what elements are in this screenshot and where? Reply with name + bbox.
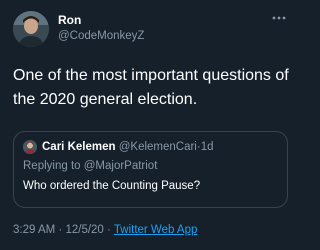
more-icon <box>272 16 286 20</box>
tweet-time[interactable]: 3:29 AM <box>13 224 55 236</box>
tweet-meta: 3:29 AM · 12/5/20 · Twitter Web App <box>13 223 197 237</box>
quoted-name[interactable]: Cari Kelemen <box>42 141 116 153</box>
quoted-text: Who ordered the Counting Pause? <box>23 180 201 192</box>
quoted-time[interactable]: 1d <box>201 141 214 153</box>
author-name[interactable]: Ron <box>58 13 81 27</box>
tweet-date[interactable]: 12/5/20 <box>65 224 103 236</box>
quoted-tweet[interactable]: Cari Kelemen @KelemenCari·1d Replying to… <box>13 131 288 208</box>
author-handle[interactable]: @CodeMonkeyZ <box>58 29 144 43</box>
quoted-header: Cari Kelemen @KelemenCari·1d <box>42 140 214 154</box>
tweet-card: Ron @CodeMonkeyZ One of the most importa… <box>0 0 300 250</box>
replying-to-handle[interactable]: @MajorPatriot <box>84 160 158 172</box>
quoted-handle[interactable]: @KelemenCari <box>119 141 197 153</box>
meta-separator-2: · <box>107 224 111 236</box>
source-app-link[interactable]: Twitter Web App <box>114 224 198 236</box>
tweet-text: One of the most important questions of t… <box>13 67 289 108</box>
meta-separator-1: · <box>58 224 63 236</box>
more-options-button[interactable] <box>270 11 288 23</box>
avatar-image <box>13 11 49 47</box>
author-avatar[interactable] <box>13 11 49 47</box>
replying-to-prefix: Replying to <box>23 160 84 172</box>
quoted-avatar-image <box>23 140 37 154</box>
replying-to: Replying to @MajorPatriot <box>23 159 157 173</box>
quoted-avatar[interactable] <box>23 140 37 154</box>
